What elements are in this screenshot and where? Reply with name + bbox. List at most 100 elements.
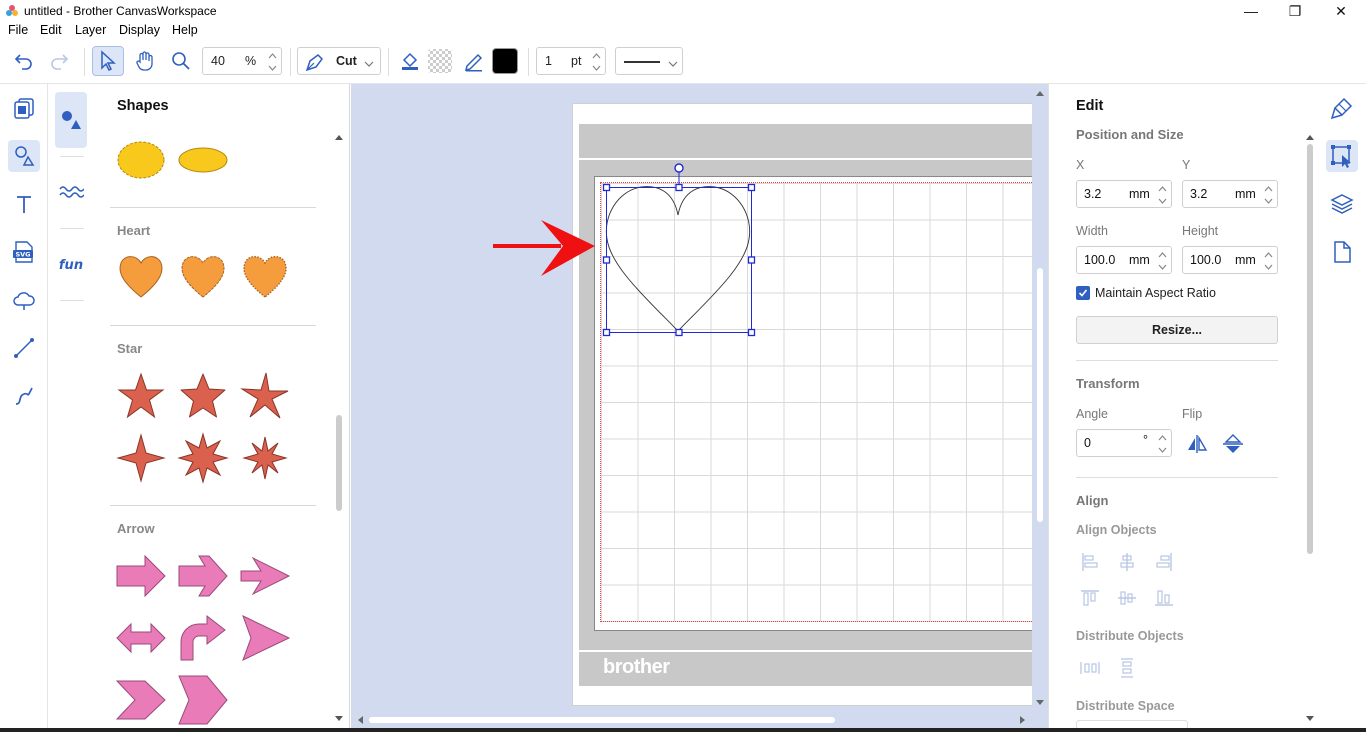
shape-scalloped-circle[interactable] — [115, 134, 167, 186]
width-field[interactable]: 100.0 mm — [1076, 246, 1172, 274]
shape-star-5-round[interactable] — [177, 370, 229, 422]
menu-help[interactable]: Help — [172, 23, 198, 37]
shape-arrow-double[interactable] — [115, 612, 167, 664]
shape-arrow-right[interactable] — [115, 550, 167, 602]
menu-file[interactable]: File — [8, 23, 28, 37]
distribute-vertical-button[interactable] — [1116, 657, 1138, 679]
x-field[interactable]: 3.2 mm — [1076, 180, 1172, 208]
category-borders[interactable] — [55, 164, 87, 220]
fill-color-button[interactable] — [394, 46, 426, 76]
hand-icon — [136, 51, 153, 71]
angle-field[interactable]: 0 ° — [1076, 429, 1172, 457]
edit-scroll-thumb[interactable] — [1307, 144, 1313, 554]
canvas-vscroll-thumb[interactable] — [1037, 268, 1043, 522]
width-down-icon[interactable] — [1155, 261, 1169, 273]
menu-edit[interactable]: Edit — [40, 23, 62, 37]
close-button[interactable]: ✕ — [1318, 0, 1364, 22]
y-field[interactable]: 3.2 mm — [1182, 180, 1278, 208]
rail-line-button[interactable] — [8, 332, 40, 364]
shape-star-burst[interactable] — [239, 432, 291, 484]
shape-star-4[interactable] — [115, 432, 167, 484]
rail-layers-button[interactable] — [1326, 188, 1358, 220]
rail-templates-button[interactable] — [8, 92, 40, 124]
width-up-icon[interactable] — [1155, 249, 1169, 261]
shape-arrow-triangle[interactable] — [239, 612, 291, 664]
rail-trace-button[interactable] — [8, 284, 40, 316]
shape-chevron[interactable] — [115, 674, 167, 726]
rail-paint-button[interactable] — [1326, 92, 1358, 124]
menu-layer[interactable]: Layer — [75, 23, 106, 37]
line-color-swatch[interactable] — [489, 46, 521, 76]
align-left-button[interactable] — [1079, 551, 1101, 573]
redo-button[interactable] — [43, 46, 75, 76]
flip-vertical-icon — [1223, 434, 1243, 453]
line-color-button[interactable] — [458, 46, 490, 76]
rail-freehand-button[interactable] — [8, 380, 40, 412]
x-up-icon[interactable] — [1155, 183, 1169, 195]
page-icon — [1334, 241, 1351, 263]
shape-star-5[interactable] — [115, 370, 167, 422]
maintain-aspect-checkbox[interactable] — [1076, 286, 1090, 300]
line-width-up-icon[interactable] — [589, 50, 603, 62]
rail-shapes-button[interactable] — [8, 140, 40, 172]
category-basic-shapes[interactable] — [55, 92, 87, 148]
minimize-button[interactable]: — — [1228, 0, 1274, 22]
canvas-vertical-scrollbar[interactable] — [1032, 84, 1048, 714]
zoom-down-icon[interactable] — [265, 62, 279, 74]
distribute-horizontal-button[interactable] — [1079, 657, 1101, 679]
zoom-field[interactable]: 40 % — [202, 47, 282, 75]
zoom-up-icon[interactable] — [265, 50, 279, 62]
align-right-button[interactable] — [1153, 551, 1175, 573]
shape-heart-stitched[interactable] — [239, 250, 291, 302]
align-top-button[interactable] — [1079, 587, 1101, 609]
resize-button[interactable]: Resize... — [1076, 316, 1278, 344]
align-center-button[interactable] — [1116, 551, 1138, 573]
line-width-down-icon[interactable] — [589, 62, 603, 74]
mode-dropdown[interactable]: Cut — [297, 47, 381, 75]
line-width-field[interactable]: 1 pt — [536, 47, 606, 75]
shapes-scroll-thumb[interactable] — [336, 415, 342, 511]
shape-arrow-curved[interactable] — [177, 612, 229, 664]
undo-button[interactable] — [8, 46, 40, 76]
angle-up-icon[interactable] — [1155, 432, 1169, 444]
align-bottom-button[interactable] — [1153, 587, 1175, 609]
rail-edit-button[interactable] — [1326, 140, 1358, 172]
shape-heart[interactable] — [115, 250, 167, 302]
y-down-icon[interactable] — [1261, 195, 1275, 207]
y-up-icon[interactable] — [1261, 183, 1275, 195]
align-middle-button[interactable] — [1116, 587, 1138, 609]
rail-text-button[interactable] — [8, 188, 40, 220]
height-up-icon[interactable] — [1261, 249, 1275, 261]
x-down-icon[interactable] — [1155, 195, 1169, 207]
edit-panel-scrollbar[interactable] — [1305, 128, 1315, 728]
selected-heart-shape[interactable] — [596, 160, 766, 340]
canvas-hscroll-thumb[interactable] — [369, 717, 835, 723]
shapes-panel-scrollbar[interactable] — [334, 128, 344, 728]
menu-display[interactable]: Display — [119, 23, 160, 37]
angle-down-icon[interactable] — [1155, 444, 1169, 456]
fill-none-swatch[interactable] — [424, 46, 456, 76]
line-style-dropdown[interactable] — [615, 47, 683, 75]
shape-heart-scalloped[interactable] — [177, 250, 229, 302]
toolbar-divider — [528, 48, 529, 76]
height-field[interactable]: 100.0 mm — [1182, 246, 1278, 274]
shape-star-5-thin[interactable] — [239, 370, 291, 422]
height-down-icon[interactable] — [1261, 261, 1275, 273]
shape-arrow-right-notched[interactable] — [177, 550, 229, 602]
shape-arrow-right-pointed[interactable] — [239, 550, 291, 602]
flip-vertical-button[interactable] — [1222, 433, 1244, 455]
shape-pentagon-arrow[interactable] — [177, 674, 229, 726]
pan-tool-button[interactable] — [129, 46, 161, 76]
heart-icon — [119, 256, 163, 298]
rail-svg-button[interactable]: SVG — [8, 236, 40, 268]
restore-button[interactable]: ❐ — [1272, 0, 1318, 22]
canvas-horizontal-scrollbar[interactable] — [351, 714, 1032, 726]
select-tool-button[interactable] — [92, 46, 124, 76]
shape-ellipse[interactable] — [177, 134, 229, 186]
canvas-area[interactable]: brother — [351, 84, 1048, 732]
flip-horizontal-button[interactable] — [1186, 433, 1208, 455]
zoom-tool-button[interactable] — [165, 46, 197, 76]
shape-star-8[interactable] — [177, 432, 229, 484]
rail-page-button[interactable] — [1326, 236, 1358, 268]
category-fun[interactable]: fun — [55, 236, 87, 292]
